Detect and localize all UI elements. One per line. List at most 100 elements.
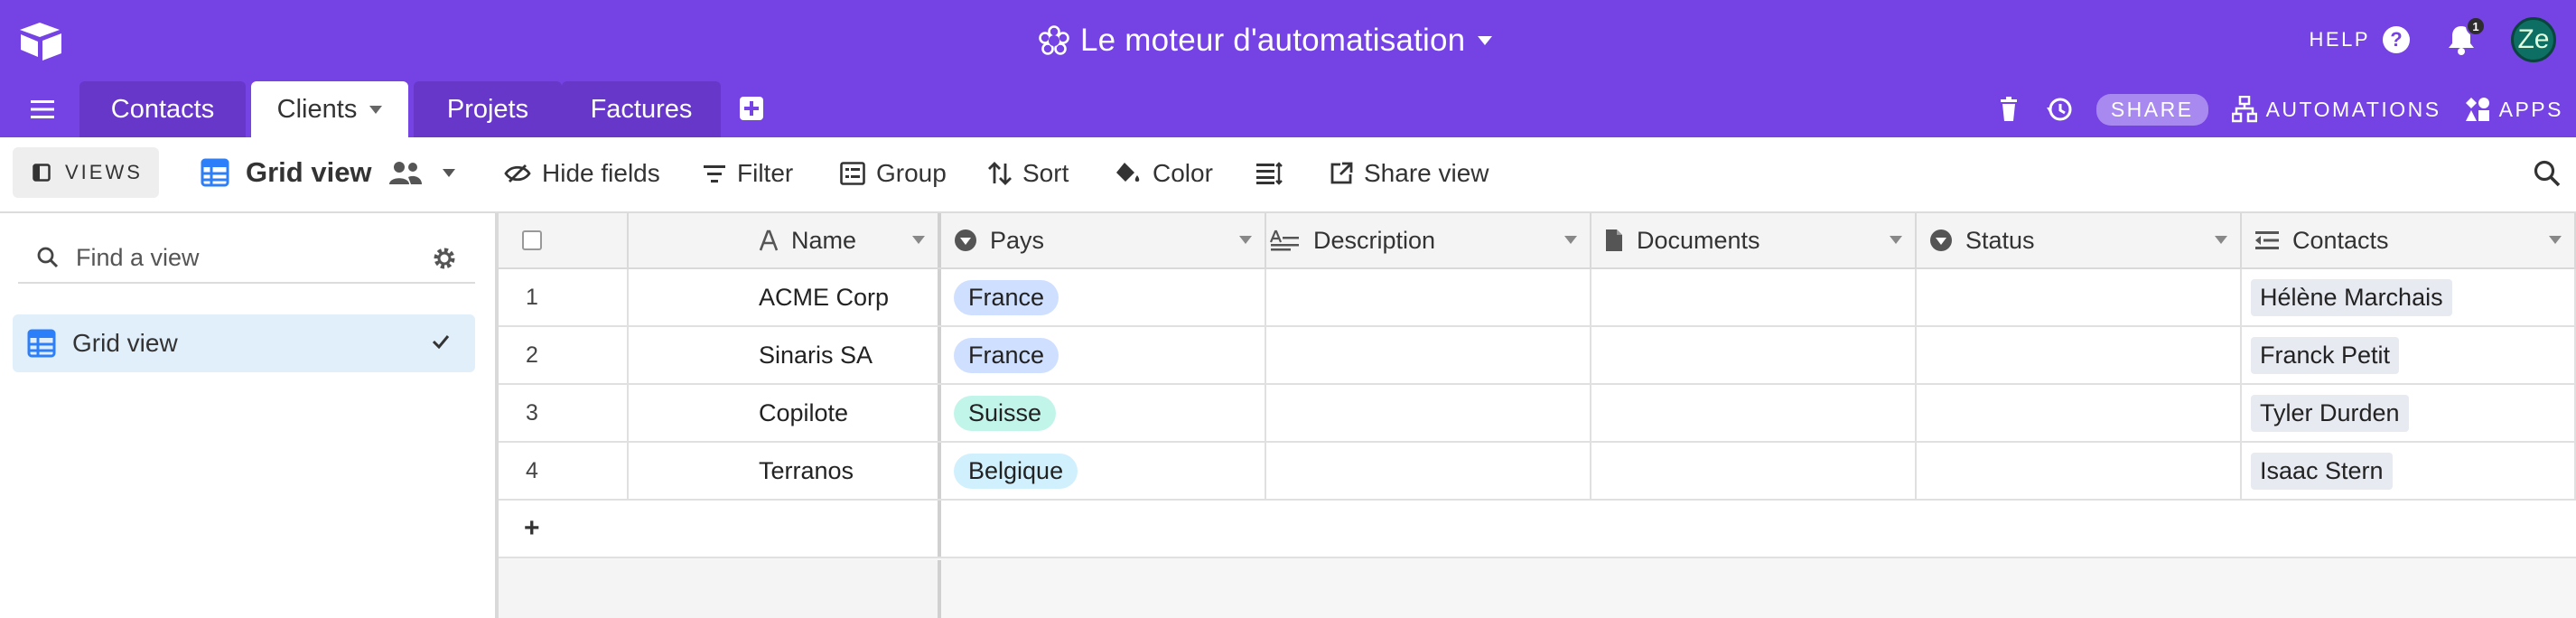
views-toggle-button[interactable]: VIEWS <box>13 147 159 198</box>
description-cell[interactable] <box>1266 327 1591 383</box>
name-cell[interactable]: Terranos <box>629 443 941 499</box>
pays-cell[interactable]: France <box>941 327 1266 383</box>
help-link[interactable]: HELP <box>2310 28 2370 52</box>
linked-contact-tag[interactable]: Hélène Marchais <box>2251 278 2452 316</box>
base-title-switcher[interactable]: Le moteur d'automatisation <box>1039 20 1493 61</box>
description-cell[interactable] <box>1266 385 1591 441</box>
row-height-button[interactable] <box>1255 155 1293 192</box>
status-cell[interactable] <box>1917 385 2242 441</box>
chevron-down-icon[interactable] <box>1890 236 1902 244</box>
add-record-row[interactable]: + <box>499 501 2576 558</box>
single-select-icon <box>1930 229 1952 251</box>
chevron-down-icon[interactable] <box>369 105 383 114</box>
linked-contact-tag[interactable]: Isaac Stern <box>2251 452 2393 490</box>
row-number-cell: 3 <box>499 385 629 441</box>
view-toolbar: VIEWS Grid view Hide fields Filter Group… <box>0 137 2576 213</box>
documents-cell[interactable] <box>1591 385 1917 441</box>
column-header-documents[interactable]: Documents <box>1591 213 1917 267</box>
column-header-status[interactable]: Status <box>1917 213 2242 267</box>
user-avatar[interactable]: Ze <box>2511 17 2556 62</box>
table-row[interactable]: 2 Sinaris SA France Franck Petit <box>499 327 2576 385</box>
sidebar-item-grid-view[interactable]: Grid view <box>13 314 475 372</box>
name-cell[interactable]: Copilote <box>629 385 941 441</box>
long-text-icon <box>1270 229 1299 251</box>
tab-contacts[interactable]: Contacts <box>79 81 246 137</box>
tab-clients[interactable]: Clients <box>251 81 408 137</box>
pays-cell[interactable]: Suisse <box>941 385 1266 441</box>
tab-factures[interactable]: Factures <box>562 81 721 137</box>
grid-empty-area-left <box>499 560 941 618</box>
contacts-cell[interactable]: Tyler Durden <box>2242 385 2576 441</box>
column-header-label: Description <box>1313 226 1436 254</box>
gear-icon[interactable] <box>432 246 457 271</box>
sort-button[interactable]: Sort <box>988 155 1069 192</box>
color-button[interactable]: Color <box>1115 155 1213 192</box>
share-button[interactable]: SHARE <box>2095 93 2208 126</box>
linked-contact-tag[interactable]: Franck Petit <box>2251 336 2400 374</box>
chevron-down-icon[interactable] <box>1564 236 1577 244</box>
paint-bucket-icon <box>1116 163 1140 182</box>
add-record-button[interactable]: + <box>499 501 941 557</box>
apps-button[interactable]: APPS <box>2465 97 2563 122</box>
status-cell[interactable] <box>1917 327 2242 383</box>
name-cell[interactable]: Sinaris SA <box>629 327 941 383</box>
hide-fields-label: Hide fields <box>542 159 660 187</box>
row-number-cell: 4 <box>499 443 629 499</box>
history-icon[interactable] <box>2046 96 2073 123</box>
hide-fields-button[interactable]: Hide fields <box>504 155 660 192</box>
hamburger-menu-icon[interactable] <box>29 98 56 120</box>
linked-contact-tag[interactable]: Tyler Durden <box>2251 394 2409 432</box>
view-switcher[interactable]: Grid view <box>201 154 455 192</box>
description-cell[interactable] <box>1266 269 1591 325</box>
status-cell[interactable] <box>1917 269 2242 325</box>
chevron-down-icon[interactable] <box>2215 236 2227 244</box>
column-header-description[interactable]: Description <box>1266 213 1591 267</box>
top-right-controls: HELP ? 1 Ze <box>2310 16 2556 63</box>
documents-cell[interactable] <box>1591 327 1917 383</box>
pays-cell[interactable]: France <box>941 269 1266 325</box>
row-number: 4 <box>526 457 538 483</box>
record-name: Sinaris SA <box>759 341 873 369</box>
group-button[interactable]: Group <box>840 155 947 192</box>
table-row[interactable]: 1 ACME Corp France Hélène Marchais <box>499 269 2576 327</box>
column-header-contacts[interactable]: Contacts <box>2242 213 2576 267</box>
description-cell[interactable] <box>1266 443 1591 499</box>
tabbar-right-controls: SHARE AUTOMATIONS APPS <box>1995 90 2563 128</box>
column-header-pays[interactable]: Pays <box>941 213 1266 267</box>
search-icon[interactable] <box>2533 159 2562 188</box>
chevron-down-icon[interactable] <box>1239 236 1252 244</box>
checkmark-icon <box>432 335 450 349</box>
tab-projets[interactable]: Projets <box>414 81 562 137</box>
trash-icon[interactable] <box>1995 96 2022 123</box>
contacts-cell[interactable]: Franck Petit <box>2242 327 2576 383</box>
current-view-name: Grid view <box>246 156 372 188</box>
select-all-checkbox[interactable] <box>522 230 542 250</box>
filter-button[interactable]: Filter <box>703 155 793 192</box>
pays-cell[interactable]: Belgique <box>941 443 1266 499</box>
attachment-icon <box>1606 229 1622 251</box>
column-header-name[interactable]: Name <box>629 213 941 267</box>
airtable-logo-icon[interactable] <box>18 21 65 61</box>
record-name: ACME Corp <box>759 283 890 311</box>
notifications-button[interactable]: 1 <box>2446 16 2486 56</box>
name-cell[interactable]: ACME Corp <box>629 269 941 325</box>
contacts-cell[interactable]: Hélène Marchais <box>2242 269 2576 325</box>
base-title: Le moteur d'automatisation <box>1080 23 1466 58</box>
contacts-cell[interactable]: Isaac Stern <box>2242 443 2576 499</box>
chevron-down-icon[interactable] <box>912 236 925 244</box>
documents-cell[interactable] <box>1591 269 1917 325</box>
table-row[interactable]: 4 Terranos Belgique Isaac Stern <box>499 443 2576 501</box>
filter-icon <box>704 165 725 183</box>
add-table-icon[interactable] <box>739 96 764 121</box>
help-icon[interactable]: ? <box>2383 26 2410 53</box>
status-cell[interactable] <box>1917 443 2242 499</box>
grid-view-icon <box>27 329 56 358</box>
share-view-button[interactable]: Share view <box>1330 155 1489 192</box>
documents-cell[interactable] <box>1591 443 1917 499</box>
automations-button[interactable]: AUTOMATIONS <box>2231 96 2441 123</box>
find-view-input[interactable] <box>76 243 419 272</box>
table-row[interactable]: 3 Copilote Suisse Tyler Durden <box>499 385 2576 443</box>
apps-label: APPS <box>2498 97 2563 121</box>
share-external-icon <box>1330 162 1353 184</box>
chevron-down-icon[interactable] <box>2549 236 2562 244</box>
